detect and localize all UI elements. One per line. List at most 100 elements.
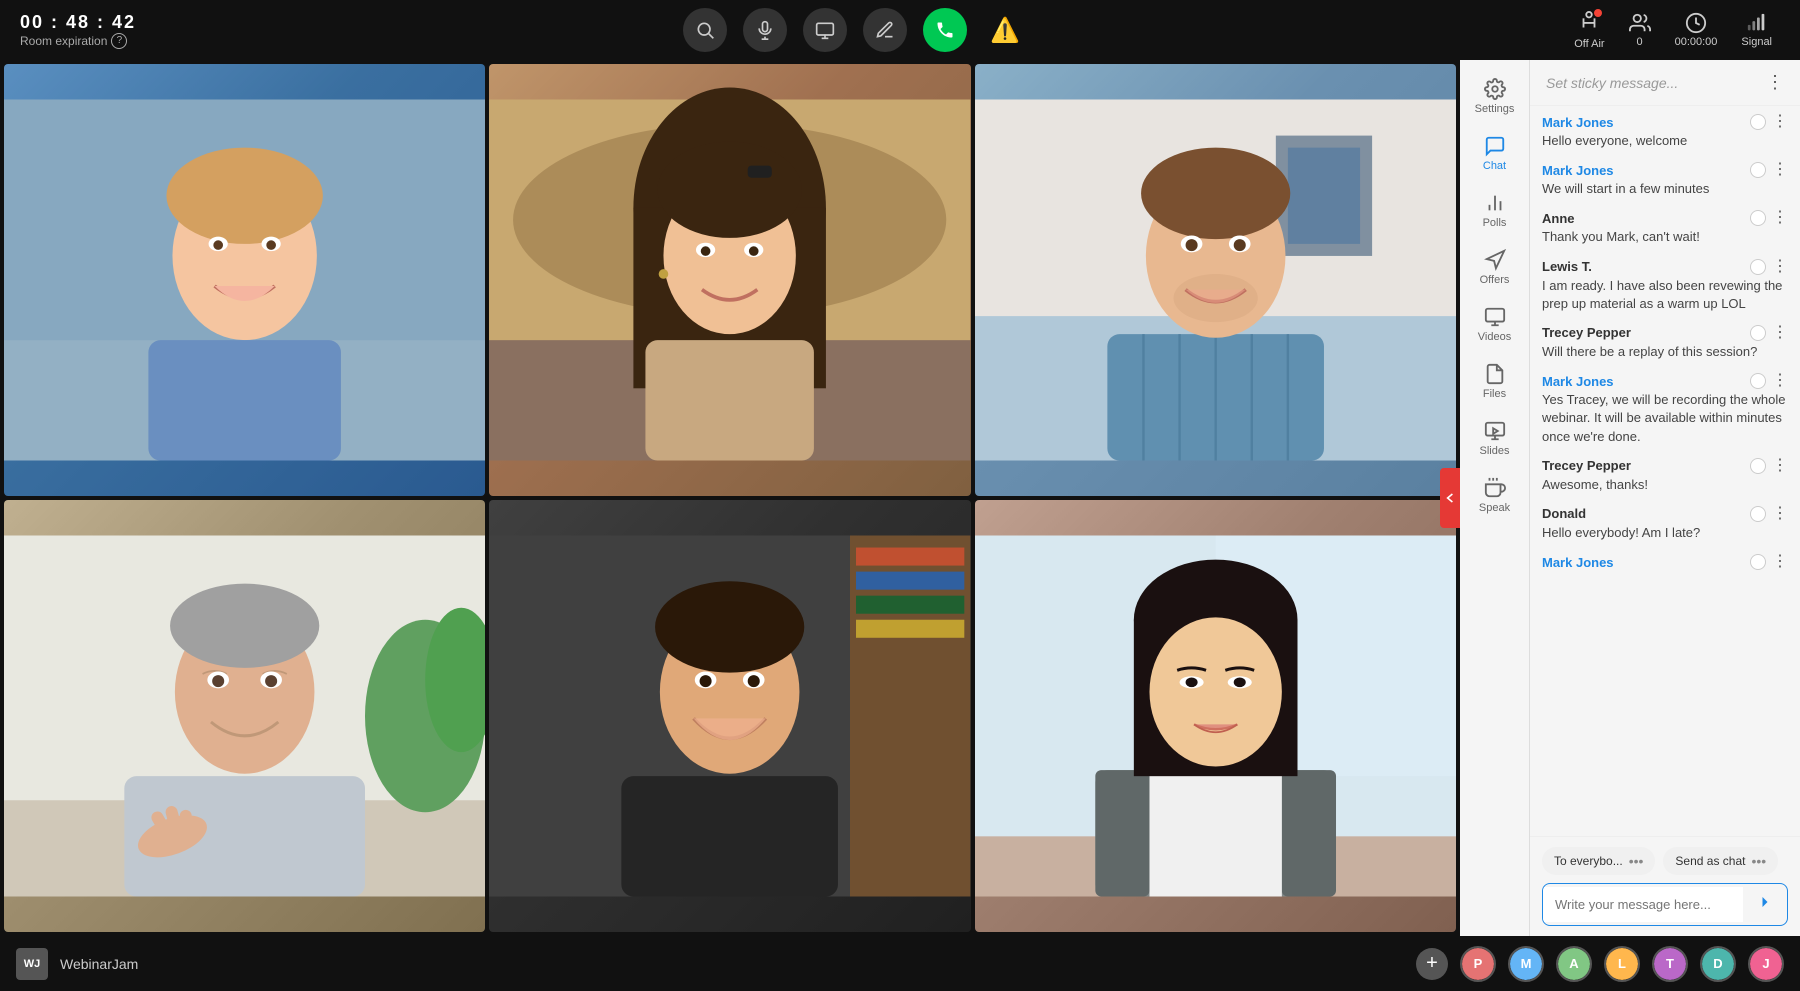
chat-message: Mark Jones ⋮ Yes Tracey, we will be reco… (1542, 373, 1788, 446)
off-air-button[interactable]: Off Air (1574, 11, 1604, 50)
search-button[interactable] (683, 8, 727, 52)
sidebar-nav: Settings Chat Polls (1460, 60, 1530, 936)
participant-avatar[interactable]: M (1508, 946, 1544, 982)
sidebar-item-speak[interactable]: Speak (1465, 469, 1525, 522)
message-more-button[interactable]: ⋮ (1772, 162, 1788, 178)
files-label: Files (1483, 388, 1506, 400)
chat-label: Chat (1483, 160, 1506, 172)
sidebar-item-chat[interactable]: Chat (1465, 127, 1525, 180)
sidebar-item-offers[interactable]: Offers (1465, 241, 1525, 294)
timer: 00 : 48 : 42 (20, 12, 136, 33)
message-actions: ⋮ (1750, 210, 1788, 226)
message-more-button[interactable]: ⋮ (1772, 506, 1788, 522)
participant-avatar[interactable]: T (1652, 946, 1688, 982)
message-sender: Trecey Pepper (1542, 325, 1631, 340)
message-text: Will there be a replay of this session? (1542, 343, 1788, 361)
chat-footer: To everybo... ••• Send as chat ••• (1530, 836, 1800, 936)
message-header: Anne ⋮ (1542, 210, 1788, 226)
participant-avatar[interactable]: D (1700, 946, 1736, 982)
settings-label: Settings (1475, 103, 1515, 115)
message-sender: Mark Jones (1542, 115, 1614, 130)
chat-message: Mark Jones ⋮ Hello everyone, welcome (1542, 114, 1788, 150)
sidebar-item-files[interactable]: Files (1465, 355, 1525, 408)
collapse-panel-button[interactable] (1440, 468, 1460, 528)
slides-label: Slides (1480, 445, 1510, 457)
chat-message-input[interactable] (1543, 887, 1743, 922)
message-more-button[interactable]: ⋮ (1772, 259, 1788, 275)
main-content: Settings Chat Polls (0, 60, 1800, 936)
message-select-circle[interactable] (1750, 373, 1766, 389)
warning-button[interactable]: ⚠️ (983, 8, 1027, 52)
webinarjam-logo: WJ (16, 948, 48, 980)
message-select-circle[interactable] (1750, 506, 1766, 522)
sidebar-item-polls[interactable]: Polls (1465, 184, 1525, 237)
room-expiration: Room expiration ? (20, 33, 127, 49)
send-message-button[interactable] (1743, 884, 1787, 925)
message-text: We will start in a few minutes (1542, 180, 1788, 198)
message-sender: Lewis T. (1542, 259, 1592, 274)
speak-label: Speak (1479, 502, 1510, 514)
participant-avatar[interactable]: P (1460, 946, 1496, 982)
sidebar-item-videos[interactable]: Videos (1465, 298, 1525, 351)
recipient-selector-button[interactable]: To everybo... ••• (1542, 847, 1655, 875)
chat-message: Trecey Pepper ⋮ Awesome, thanks! (1542, 458, 1788, 494)
send-chat-label: Send as chat (1675, 854, 1745, 868)
chat-options-button[interactable]: ⋮ (1766, 72, 1784, 93)
message-header: Donald ⋮ (1542, 506, 1788, 522)
message-sender: Donald (1542, 506, 1586, 521)
message-select-circle[interactable] (1750, 458, 1766, 474)
participant-avatar[interactable]: J (1748, 946, 1784, 982)
participant-avatar[interactable]: L (1604, 946, 1640, 982)
message-text: Hello everybody! Am I late? (1542, 524, 1788, 542)
people-count[interactable]: 0 (1629, 12, 1651, 48)
chat-recipients-row: To everybo... ••• Send as chat ••• (1542, 847, 1788, 875)
mic-button[interactable] (743, 8, 787, 52)
message-header: Mark Jones ⋮ (1542, 554, 1788, 570)
draw-button[interactable] (863, 8, 907, 52)
video-tile (975, 64, 1456, 496)
message-actions: ⋮ (1750, 259, 1788, 275)
message-header: Trecey Pepper ⋮ (1542, 458, 1788, 474)
message-select-circle[interactable] (1750, 325, 1766, 341)
recipient-label: To everybo... (1554, 854, 1623, 868)
message-select-circle[interactable] (1750, 210, 1766, 226)
sidebar-item-slides[interactable]: Slides (1465, 412, 1525, 465)
message-text: Awesome, thanks! (1542, 476, 1788, 494)
message-select-circle[interactable] (1750, 162, 1766, 178)
send-as-chat-button[interactable]: Send as chat ••• (1663, 847, 1778, 875)
message-more-button[interactable]: ⋮ (1772, 458, 1788, 474)
message-select-circle[interactable] (1750, 259, 1766, 275)
message-more-button[interactable]: ⋮ (1772, 373, 1788, 389)
message-more-button[interactable]: ⋮ (1772, 325, 1788, 341)
top-right-stats: Off Air 0 00:00:00 S (1574, 11, 1780, 50)
message-text: Thank you Mark, can't wait! (1542, 228, 1788, 246)
chat-input-area (1542, 883, 1788, 926)
video-container (0, 60, 1460, 936)
chat-message: Donald ⋮ Hello everybody! Am I late? (1542, 506, 1788, 542)
message-select-circle[interactable] (1750, 554, 1766, 570)
timer-section: 00 : 48 : 42 Room expiration ? (20, 12, 136, 49)
participant-avatar[interactable]: A (1556, 946, 1592, 982)
video-tile (489, 64, 970, 496)
message-more-button[interactable]: ⋮ (1772, 210, 1788, 226)
message-actions: ⋮ (1750, 325, 1788, 341)
sidebar-item-settings[interactable]: Settings (1465, 70, 1525, 123)
message-text: Yes Tracey, we will be recording the who… (1542, 391, 1788, 446)
message-header: Lewis T. ⋮ (1542, 259, 1788, 275)
message-more-button[interactable]: ⋮ (1772, 554, 1788, 570)
screen-share-button[interactable] (803, 8, 847, 52)
video-grid (0, 60, 1460, 936)
message-header: Mark Jones ⋮ (1542, 114, 1788, 130)
end-call-button[interactable] (923, 8, 967, 52)
video-tile (975, 500, 1456, 932)
message-more-button[interactable]: ⋮ (1772, 114, 1788, 130)
top-bar: 00 : 48 : 42 Room expiration ? (0, 0, 1800, 60)
help-icon[interactable]: ? (111, 33, 127, 49)
message-text: Hello everyone, welcome (1542, 132, 1788, 150)
add-participant-button[interactable]: + (1416, 948, 1448, 980)
message-select-circle[interactable] (1750, 114, 1766, 130)
right-panel: Settings Chat Polls (1460, 60, 1800, 936)
chat-panel: Set sticky message... ⋮ Mark Jones ⋮ Hel… (1530, 60, 1800, 936)
controls-bar: ⚠️ (683, 8, 1027, 52)
sticky-message-placeholder: Set sticky message... (1546, 75, 1678, 91)
